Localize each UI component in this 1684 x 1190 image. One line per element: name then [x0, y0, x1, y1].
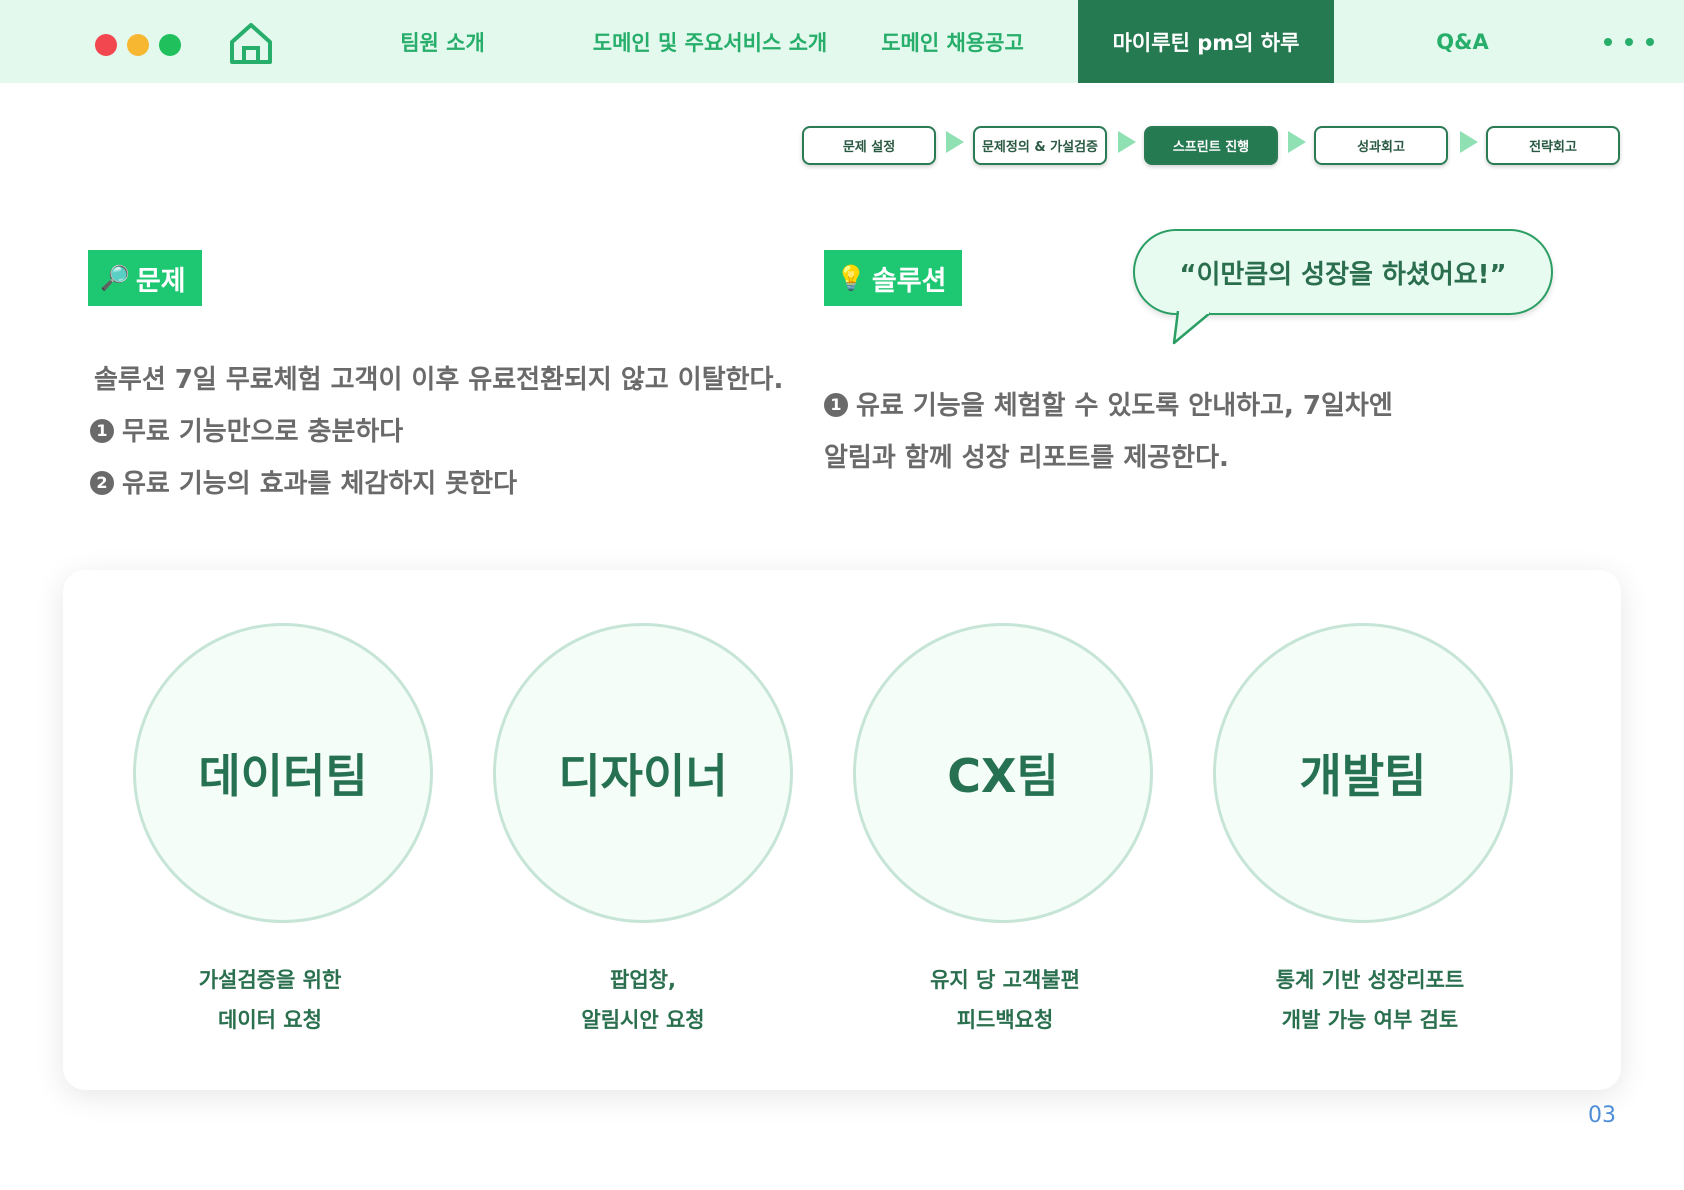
team-desc-dev: 통계 기반 성장리포트 개발 가능 여부 검토	[1220, 960, 1520, 1040]
step-arrow-icon	[1118, 131, 1136, 153]
team-desc-cx: 유지 당 고객불편 피드백요청	[855, 960, 1155, 1040]
problem-label-text: 문제	[135, 265, 186, 297]
problem-statement: 솔루션 7일 무료체험 고객이 이후 유료전환되지 않고 이탈한다.	[94, 365, 784, 395]
nav-tab-qa[interactable]: Q&A	[1400, 0, 1525, 83]
solution-line-1-text: 유료 기능을 체험할 수 있도록 안내하고, 7일차엔	[856, 391, 1393, 421]
problem-bullet-2: 2 유료 기능의 효과를 체감하지 못한다	[90, 463, 517, 500]
window-close-dot[interactable]	[95, 34, 117, 56]
nav-tab-domain-services[interactable]: 도메인 및 주요서비스 소개	[570, 0, 850, 83]
more-options-icon[interactable]	[1604, 30, 1654, 54]
solution-label-text: 솔루션	[871, 265, 947, 297]
team-circle-data: 데이터팀	[133, 623, 433, 923]
team-circle-cx: CX팀	[853, 623, 1153, 923]
team-desc-line: 가설검증을 위한	[198, 968, 342, 992]
speech-bubble: “이만큼의 성장을 하셨어요!”	[1133, 229, 1553, 315]
team-desc-line: 피드백요청	[956, 1008, 1054, 1032]
step-arrow-icon	[1460, 131, 1478, 153]
team-desc-line: 알림시안 요청	[581, 1008, 705, 1032]
magnifier-icon: 🔎	[100, 264, 130, 292]
number-one-icon: 1	[824, 392, 848, 417]
home-icon[interactable]	[228, 20, 274, 66]
step-arrow-icon	[1288, 131, 1306, 153]
problem-label: 🔎 문제	[88, 250, 202, 306]
team-desc-designer: 팝업창, 알림시안 요청	[493, 960, 793, 1040]
team-desc-line: 팝업창,	[610, 968, 676, 992]
team-desc-line: 유지 당 고객불편	[930, 968, 1080, 992]
nav-tab-pm-day[interactable]: 마이루틴 pm의 하루	[1078, 0, 1334, 83]
step-problem-setting[interactable]: 문제 설정	[802, 126, 936, 165]
problem-bullet-1: 1 무료 기능만으로 충분하다	[90, 411, 403, 448]
team-desc-line: 통계 기반 성장리포트	[1275, 968, 1465, 992]
window-minimize-dot[interactable]	[127, 34, 149, 56]
nav-tab-team-intro[interactable]: 팀원 소개	[370, 0, 515, 83]
step-arrow-icon	[946, 131, 964, 153]
team-desc-line: 개발 가능 여부 검토	[1281, 1008, 1459, 1032]
nav-tab-domain-jobs[interactable]: 도메인 채용공고	[870, 0, 1035, 83]
team-desc-data: 가설검증을 위한 데이터 요청	[120, 960, 420, 1040]
solution-line-2: 알림과 함께 성장 리포트를 제공한다.	[824, 443, 1229, 473]
window-maximize-dot[interactable]	[159, 34, 181, 56]
step-problem-definition[interactable]: 문제정의 & 가설검증	[973, 126, 1107, 165]
number-two-icon: 2	[90, 470, 114, 495]
speech-bubble-tail	[1172, 311, 1211, 345]
problem-bullet-2-text: 유료 기능의 효과를 체감하지 못한다	[122, 469, 518, 499]
problem-bullet-1-text: 무료 기능만으로 충분하다	[122, 417, 404, 447]
number-one-icon: 1	[90, 418, 114, 443]
solution-line-1: 1 유료 기능을 체험할 수 있도록 안내하고, 7일차엔	[824, 385, 1393, 422]
step-sprint[interactable]: 스프린트 진행	[1144, 126, 1278, 165]
team-circle-dev: 개발팀	[1213, 623, 1513, 923]
page-number: 03	[1588, 1103, 1616, 1128]
solution-label: 💡 솔루션	[824, 250, 963, 306]
team-circle-designer: 디자이너	[493, 623, 793, 923]
lightbulb-icon: 💡	[836, 264, 866, 292]
step-strategy-review[interactable]: 전략회고	[1486, 126, 1620, 165]
step-performance-review[interactable]: 성과회고	[1314, 126, 1448, 165]
team-desc-line: 데이터 요청	[218, 1008, 322, 1032]
